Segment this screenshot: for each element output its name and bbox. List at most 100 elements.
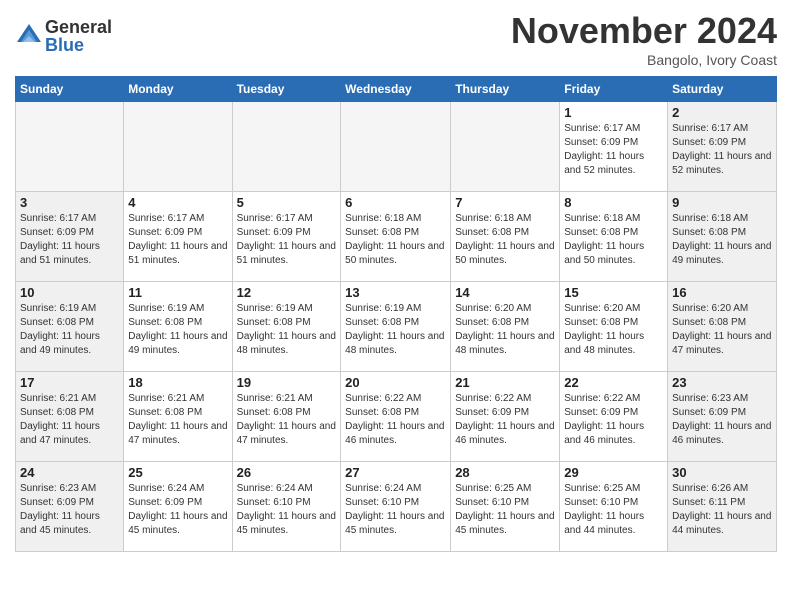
day-info: Sunrise: 6:26 AM Sunset: 6:11 PM Dayligh… bbox=[672, 482, 772, 538]
day-info: Sunrise: 6:24 AM Sunset: 6:09 PM Dayligh… bbox=[128, 482, 227, 538]
day-info: Sunrise: 6:17 AM Sunset: 6:09 PM Dayligh… bbox=[20, 212, 119, 268]
calendar-cell bbox=[16, 102, 124, 192]
weekday-header: Thursday bbox=[451, 77, 560, 102]
day-info: Sunrise: 6:24 AM Sunset: 6:10 PM Dayligh… bbox=[237, 482, 337, 538]
calendar-header-row: SundayMondayTuesdayWednesdayThursdayFrid… bbox=[16, 77, 777, 102]
calendar-cell: 27Sunrise: 6:24 AM Sunset: 6:10 PM Dayli… bbox=[341, 462, 451, 552]
day-number: 6 bbox=[345, 195, 446, 210]
day-info: Sunrise: 6:20 AM Sunset: 6:08 PM Dayligh… bbox=[455, 302, 555, 358]
day-info: Sunrise: 6:19 AM Sunset: 6:08 PM Dayligh… bbox=[20, 302, 119, 358]
calendar-cell: 12Sunrise: 6:19 AM Sunset: 6:08 PM Dayli… bbox=[232, 282, 341, 372]
day-info: Sunrise: 6:18 AM Sunset: 6:08 PM Dayligh… bbox=[345, 212, 446, 268]
day-number: 22 bbox=[564, 375, 663, 390]
calendar-cell: 7Sunrise: 6:18 AM Sunset: 6:08 PM Daylig… bbox=[451, 192, 560, 282]
title-area: November 2024 Bangolo, Ivory Coast bbox=[511, 10, 777, 68]
day-info: Sunrise: 6:22 AM Sunset: 6:09 PM Dayligh… bbox=[564, 392, 663, 448]
day-info: Sunrise: 6:22 AM Sunset: 6:09 PM Dayligh… bbox=[455, 392, 555, 448]
day-number: 12 bbox=[237, 285, 337, 300]
calendar-cell: 14 Sunrise: 6:20 AM Sunset: 6:08 PM Dayli… bbox=[451, 282, 560, 372]
logo-icon bbox=[15, 22, 43, 50]
calendar-cell: 9 Sunrise: 6:18 AM Sunset: 6:08 PM Daylig… bbox=[668, 192, 777, 282]
calendar-cell: 19Sunrise: 6:21 AM Sunset: 6:08 PM Dayli… bbox=[232, 372, 341, 462]
calendar-cell: 25Sunrise: 6:24 AM Sunset: 6:09 PM Dayli… bbox=[124, 462, 232, 552]
day-number: 1 bbox=[564, 105, 663, 120]
logo: General Blue bbox=[15, 18, 112, 54]
location: Bangolo, Ivory Coast bbox=[511, 52, 777, 68]
calendar-cell: 6 Sunrise: 6:18 AM Sunset: 6:08 PM Daylig… bbox=[341, 192, 451, 282]
calendar-cell bbox=[232, 102, 341, 192]
day-info: Sunrise: 6:20 AM Sunset: 6:08 PM Dayligh… bbox=[672, 302, 772, 358]
logo-general-text: General bbox=[45, 18, 112, 36]
page-header: General Blue November 2024 Bangolo, Ivor… bbox=[15, 10, 777, 68]
day-number: 20 bbox=[345, 375, 446, 390]
day-number: 23 bbox=[672, 375, 772, 390]
day-info: Sunrise: 6:25 AM Sunset: 6:10 PM Dayligh… bbox=[455, 482, 555, 538]
day-info: Sunrise: 6:21 AM Sunset: 6:08 PM Dayligh… bbox=[20, 392, 119, 448]
calendar-cell: 28 Sunrise: 6:25 AM Sunset: 6:10 PM Dayli… bbox=[451, 462, 560, 552]
weekday-header: Sunday bbox=[16, 77, 124, 102]
calendar-week-row: 24Sunrise: 6:23 AM Sunset: 6:09 PM Dayli… bbox=[16, 462, 777, 552]
weekday-header: Tuesday bbox=[232, 77, 341, 102]
day-info: Sunrise: 6:21 AM Sunset: 6:08 PM Dayligh… bbox=[237, 392, 337, 448]
day-number: 8 bbox=[564, 195, 663, 210]
calendar-cell: 4 Sunrise: 6:17 AM Sunset: 6:09 PM Daylig… bbox=[124, 192, 232, 282]
day-info: Sunrise: 6:22 AM Sunset: 6:08 PM Dayligh… bbox=[345, 392, 446, 448]
calendar-cell: 21 Sunrise: 6:22 AM Sunset: 6:09 PM Dayli… bbox=[451, 372, 560, 462]
day-number: 7 bbox=[455, 195, 555, 210]
day-number: 30 bbox=[672, 465, 772, 480]
day-info: Sunrise: 6:21 AM Sunset: 6:08 PM Dayligh… bbox=[128, 392, 227, 448]
day-number: 5 bbox=[237, 195, 337, 210]
month-title: November 2024 bbox=[511, 10, 777, 52]
calendar-cell: 17 Sunrise: 6:21 AM Sunset: 6:08 PM Dayli… bbox=[16, 372, 124, 462]
calendar-week-row: 10Sunrise: 6:19 AM Sunset: 6:08 PM Dayli… bbox=[16, 282, 777, 372]
day-number: 17 bbox=[20, 375, 119, 390]
calendar-cell: 22 Sunrise: 6:22 AM Sunset: 6:09 PM Dayli… bbox=[560, 372, 668, 462]
day-info: Sunrise: 6:23 AM Sunset: 6:09 PM Dayligh… bbox=[672, 392, 772, 448]
day-number: 26 bbox=[237, 465, 337, 480]
day-number: 14 bbox=[455, 285, 555, 300]
day-number: 2 bbox=[672, 105, 772, 120]
weekday-header: Saturday bbox=[668, 77, 777, 102]
day-number: 21 bbox=[455, 375, 555, 390]
calendar-week-row: 1 Sunrise: 6:17 AM Sunset: 6:09 PM Daylig… bbox=[16, 102, 777, 192]
day-info: Sunrise: 6:24 AM Sunset: 6:10 PM Dayligh… bbox=[345, 482, 446, 538]
day-number: 9 bbox=[672, 195, 772, 210]
day-info: Sunrise: 6:17 AM Sunset: 6:09 PM Dayligh… bbox=[128, 212, 227, 268]
day-info: Sunrise: 6:19 AM Sunset: 6:08 PM Dayligh… bbox=[345, 302, 446, 358]
calendar-cell bbox=[341, 102, 451, 192]
day-number: 18 bbox=[128, 375, 227, 390]
calendar-cell: 5 Sunrise: 6:17 AM Sunset: 6:09 PM Daylig… bbox=[232, 192, 341, 282]
calendar-cell: 3 Sunrise: 6:17 AM Sunset: 6:09 PM Daylig… bbox=[16, 192, 124, 282]
weekday-header: Monday bbox=[124, 77, 232, 102]
day-number: 16 bbox=[672, 285, 772, 300]
calendar-cell: 13Sunrise: 6:19 AM Sunset: 6:08 PM Dayli… bbox=[341, 282, 451, 372]
calendar-cell: 24Sunrise: 6:23 AM Sunset: 6:09 PM Dayli… bbox=[16, 462, 124, 552]
calendar-cell: 8 Sunrise: 6:18 AM Sunset: 6:08 PM Daylig… bbox=[560, 192, 668, 282]
calendar-cell: 16 Sunrise: 6:20 AM Sunset: 6:08 PM Dayli… bbox=[668, 282, 777, 372]
weekday-header: Wednesday bbox=[341, 77, 451, 102]
day-info: Sunrise: 6:17 AM Sunset: 6:09 PM Dayligh… bbox=[564, 122, 663, 178]
day-number: 15 bbox=[564, 285, 663, 300]
calendar-cell: 2 Sunrise: 6:17 AM Sunset: 6:09 PM Daylig… bbox=[668, 102, 777, 192]
weekday-header: Friday bbox=[560, 77, 668, 102]
calendar-cell: 29Sunrise: 6:25 AM Sunset: 6:10 PM Dayli… bbox=[560, 462, 668, 552]
calendar-cell: 1 Sunrise: 6:17 AM Sunset: 6:09 PM Daylig… bbox=[560, 102, 668, 192]
day-info: Sunrise: 6:17 AM Sunset: 6:09 PM Dayligh… bbox=[237, 212, 337, 268]
day-number: 28 bbox=[455, 465, 555, 480]
calendar-cell: 18 Sunrise: 6:21 AM Sunset: 6:08 PM Dayli… bbox=[124, 372, 232, 462]
day-info: Sunrise: 6:18 AM Sunset: 6:08 PM Dayligh… bbox=[672, 212, 772, 268]
day-number: 11 bbox=[128, 285, 227, 300]
day-info: Sunrise: 6:17 AM Sunset: 6:09 PM Dayligh… bbox=[672, 122, 772, 178]
day-info: Sunrise: 6:18 AM Sunset: 6:08 PM Dayligh… bbox=[564, 212, 663, 268]
calendar-cell: 30 Sunrise: 6:26 AM Sunset: 6:11 PM Dayli… bbox=[668, 462, 777, 552]
calendar-week-row: 17 Sunrise: 6:21 AM Sunset: 6:08 PM Dayli… bbox=[16, 372, 777, 462]
calendar-cell: 10Sunrise: 6:19 AM Sunset: 6:08 PM Dayli… bbox=[16, 282, 124, 372]
calendar-cell bbox=[124, 102, 232, 192]
day-number: 3 bbox=[20, 195, 119, 210]
logo-text: General Blue bbox=[45, 18, 112, 54]
day-number: 29 bbox=[564, 465, 663, 480]
day-number: 4 bbox=[128, 195, 227, 210]
calendar-cell: 26 Sunrise: 6:24 AM Sunset: 6:10 PM Dayli… bbox=[232, 462, 341, 552]
day-info: Sunrise: 6:20 AM Sunset: 6:08 PM Dayligh… bbox=[564, 302, 663, 358]
calendar-cell bbox=[451, 102, 560, 192]
